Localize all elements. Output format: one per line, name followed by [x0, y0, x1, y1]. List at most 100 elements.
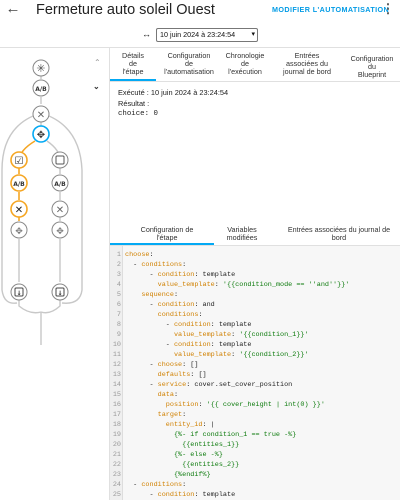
choose-node[interactable]: ✥: [32, 125, 50, 143]
code-text: - condition: template: [125, 341, 252, 349]
header-bar: ← Fermeture auto soleil Ouest MODIFIER L…: [0, 0, 400, 24]
tab-label: l'exécution: [228, 67, 262, 76]
code-line: 21 {%- else -%}: [110, 450, 400, 460]
executed-text: Exécuté : 10 juin 2024 à 23:24:54: [118, 88, 229, 97]
result-label: Résultat :: [118, 98, 150, 108]
code-line: 25 - condition: template: [110, 490, 400, 500]
code-line: 12 - choose: []: [110, 360, 400, 370]
code-text: {%- else -%}: [173, 451, 223, 459]
code-text: position: '{{ cover_height | int(0) }}': [165, 401, 325, 409]
line-number: 10: [112, 341, 121, 349]
tab-automation-config[interactable]: Configuration de l'automatisation: [160, 52, 218, 82]
and-condition-node[interactable]: ☑: [10, 151, 28, 169]
ab-node-right[interactable]: A/B: [51, 174, 69, 192]
code-line: 17 target:: [110, 410, 400, 420]
trace-tabs: Détails de l'étape Configuration de l'au…: [110, 49, 400, 79]
arrow-left-icon[interactable]: ←: [4, 0, 22, 20]
trace-graph-svg: ✳ A/B ✕ ✥ ☑ A/B A/B ✕ ✕ ✥ ✥ ↓ ↓: [1, 59, 83, 345]
choose-arrows-icon: ✥: [37, 130, 45, 141]
condition-node[interactable]: A/B: [32, 79, 50, 97]
chevron-down-icon[interactable]: ⌄: [93, 82, 100, 91]
close-node-right[interactable]: ✕: [51, 200, 69, 218]
code-text: {{entities_2}}: [182, 461, 240, 469]
trace-graph: ✳ A/B ✕ ✥ ☑ A/B A/B ✕ ✕ ✥ ✥ ↓ ↓ ⌃ ⌄: [0, 48, 110, 500]
result-value: choice: 0: [118, 110, 158, 118]
tab-step-details[interactable]: Détails de l'étape: [114, 52, 152, 82]
line-number: 13: [112, 371, 121, 379]
code-line: 14 - service: cover.set_cover_position: [110, 380, 400, 390]
code-line: 5 sequence:: [110, 290, 400, 300]
chevron-up-icon[interactable]: ⌃: [94, 58, 101, 67]
code-line: 19 {%- if condition_1 == true -%}: [110, 430, 400, 440]
code-line: 10 - condition: template: [110, 340, 400, 350]
more-vert-icon[interactable]: ⋮: [381, 1, 395, 19]
code-text: - condition: template: [125, 321, 252, 329]
line-number: 14: [112, 381, 121, 389]
line-number: 9: [116, 331, 121, 339]
code-text: {%- if condition_1 == true -%}: [173, 431, 297, 439]
code-text: - condition: template: [125, 271, 236, 279]
trace-date-select[interactable]: 10 juin 2024 à 23:24:54 ▾: [156, 28, 258, 42]
line-number: 18: [112, 421, 121, 429]
choose-arrows-icon: ✥: [15, 227, 23, 237]
tab-label: Blueprint: [357, 70, 387, 79]
code-line: 9 value_template: '{{condition_1}}': [110, 330, 400, 340]
arrow-collapse-down-icon: ↓: [16, 290, 21, 297]
stop-node[interactable]: ✕: [32, 105, 50, 123]
code-line: 13 defaults: []: [110, 370, 400, 380]
code-text: target:: [157, 411, 187, 419]
code-line: 22 {{entities_2}}: [110, 460, 400, 470]
line-number: 11: [112, 351, 121, 359]
code-line: 23 {%endif%}: [110, 470, 400, 480]
close-node-left[interactable]: ✕: [10, 200, 28, 218]
code-line: 4 value_template: '{{condition_mode == '…: [110, 280, 400, 290]
close-icon: ✕: [37, 110, 45, 121]
step-details: Exécuté : 10 juin 2024 à 23:24:54 Résult…: [118, 88, 228, 120]
code-line: 8 - condition: template: [110, 320, 400, 330]
code-text: defaults: []: [157, 371, 207, 379]
service-node-left[interactable]: ↓: [10, 283, 28, 301]
code-line: 24 - conditions:: [110, 480, 400, 490]
code-line: 1 choose:: [110, 250, 400, 260]
line-number: 1: [116, 251, 121, 259]
divider: [110, 81, 400, 82]
branch-node-left[interactable]: ✥: [10, 221, 28, 239]
trace-date-selector: ↔ 10 juin 2024 à 23:24:54 ▾: [0, 26, 400, 46]
line-number: 7: [116, 311, 121, 319]
choose-arrows-icon: ✥: [56, 227, 64, 237]
chevron-down-icon: ▾: [251, 31, 255, 38]
service-node-right[interactable]: ↓: [51, 283, 69, 301]
trigger-node[interactable]: ✳: [32, 59, 50, 77]
close-icon: ✕: [56, 205, 64, 216]
option-2-node[interactable]: [51, 151, 69, 169]
line-number: 16: [112, 401, 121, 409]
code-line: 18 entity_id: |: [110, 420, 400, 430]
code-line: 20 {{entities_1}}: [110, 440, 400, 450]
line-number: 12: [112, 361, 121, 369]
ab-node-left[interactable]: A/B: [10, 174, 28, 192]
line-number: 8: [116, 321, 121, 329]
code-line: 7 conditions:: [110, 310, 400, 320]
branch-node-right[interactable]: ✥: [51, 221, 69, 239]
code-text: - condition: template: [125, 491, 236, 499]
swap-arrows-icon[interactable]: ↔: [142, 29, 151, 39]
ab-compare-icon: A/B: [54, 181, 66, 188]
tab-logbook[interactable]: Entrées associées du journal de bord: [276, 52, 338, 82]
code-text: {%endif%}: [173, 471, 211, 479]
close-icon: ✕: [15, 205, 23, 216]
code-text: value_template: '{{condition_2}}': [173, 351, 309, 359]
code-text: entity_id: |: [165, 421, 215, 429]
tab-label: modifiées: [226, 233, 258, 242]
line-number: 2: [116, 261, 121, 269]
code-line: 2 - conditions:: [110, 260, 400, 270]
tab-timeline[interactable]: Chronologie de l'exécution: [222, 52, 268, 82]
line-number: 4: [116, 281, 121, 289]
line-number: 21: [112, 451, 121, 459]
code-line: 11 value_template: '{{condition_2}}': [110, 350, 400, 360]
code-text: - service: cover.set_cover_position: [125, 381, 293, 389]
checkbox-marked-icon: ☑: [15, 156, 24, 167]
code-text: - conditions:: [125, 261, 187, 269]
yaml-code-editor[interactable]: 1 choose: 2 - conditions: 3 - condition: te…: [110, 246, 400, 500]
line-number: 25: [112, 491, 121, 499]
edit-automation-button[interactable]: MODIFIER L'AUTOMATISATION: [272, 5, 389, 14]
